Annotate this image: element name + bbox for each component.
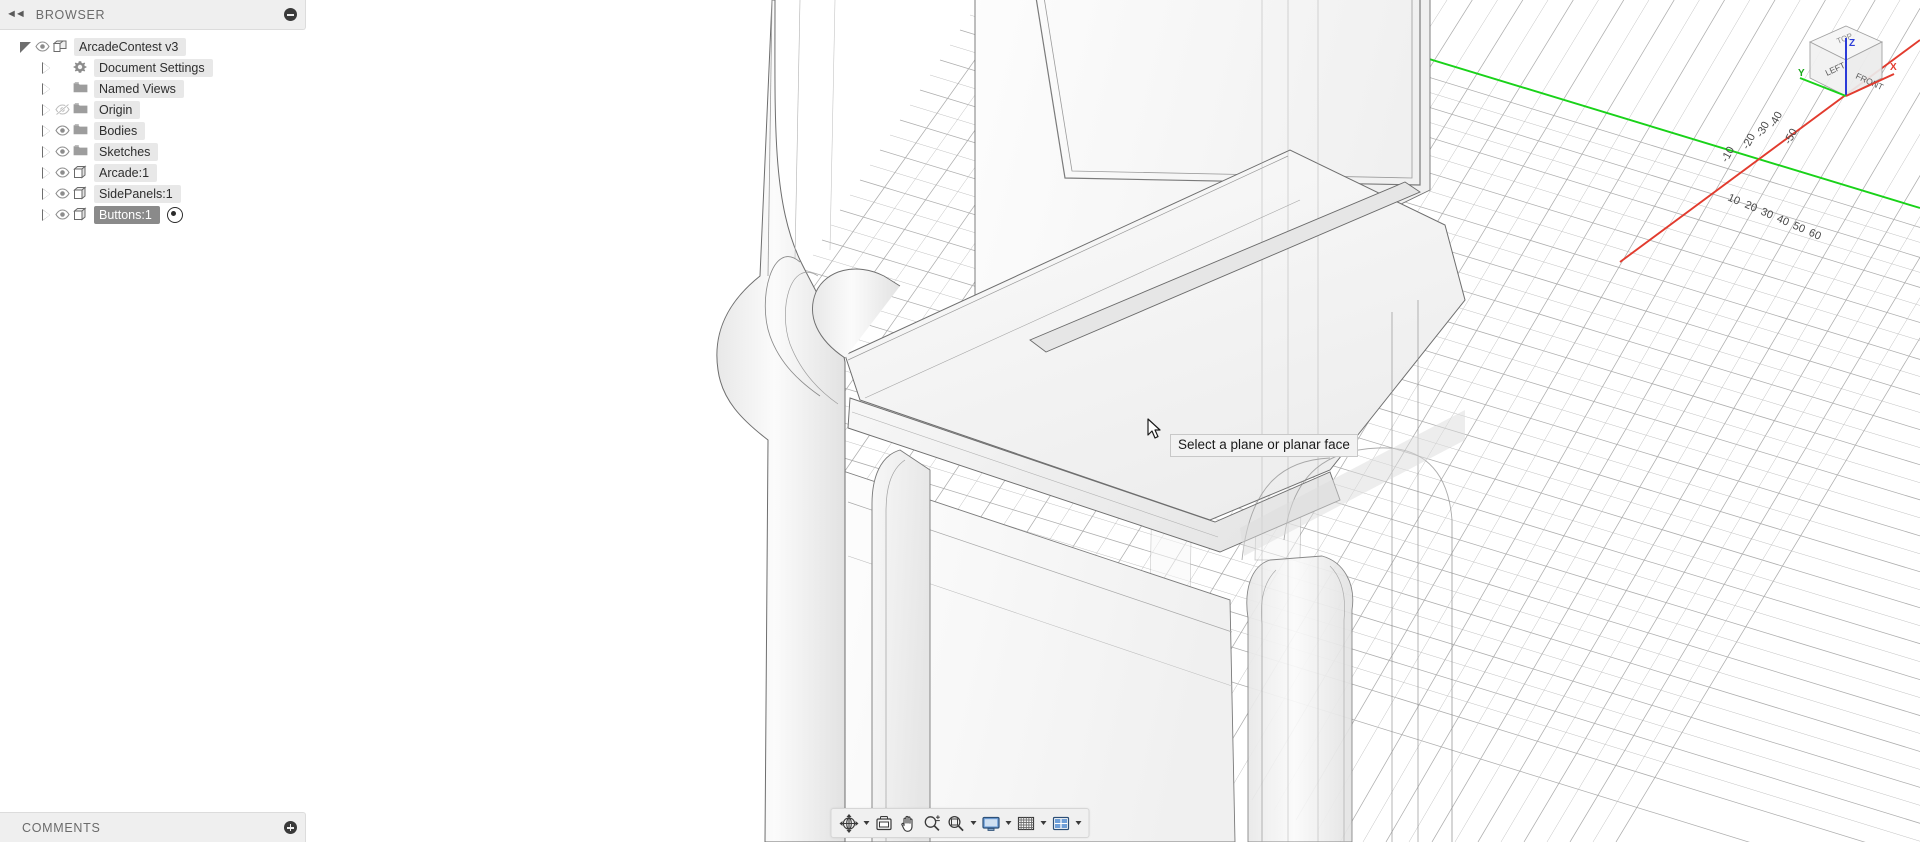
expand-triangle-icon[interactable] [38, 207, 54, 223]
eye-icon[interactable] [34, 39, 52, 55]
cabinet-right-rounded-column [1246, 555, 1354, 842]
orbit-dropdown-caret[interactable] [861, 811, 872, 835]
browser-panel: ◄◄ BROWSER ArcadeContest v3 Document Sett… [0, 0, 306, 225]
folder-icon [72, 81, 90, 97]
expand-triangle-icon[interactable] [38, 60, 54, 76]
tree-row-origin[interactable]: Origin [0, 99, 306, 120]
expand-triangle-icon[interactable] [38, 186, 54, 202]
component-icon [72, 206, 90, 223]
expand-triangle-icon[interactable] [38, 102, 54, 118]
expand-triangle-icon[interactable] [38, 165, 54, 181]
eye-icon[interactable] [54, 207, 72, 223]
pan-hand-icon[interactable] [896, 811, 920, 835]
tree-row-sidepanels-1[interactable]: SidePanels:1 [0, 183, 306, 204]
eye-icon[interactable] [54, 186, 72, 202]
fit-view-icon[interactable] [944, 811, 968, 835]
orbit-icon[interactable] [837, 811, 861, 835]
activate-component-radio-icon[interactable] [166, 206, 183, 223]
tree-item-label: Buttons:1 [94, 205, 160, 224]
grid-snaps-dropdown-caret[interactable] [1038, 811, 1049, 835]
viewcube[interactable]: LEFT FRONT TOP Z Y X [1786, 8, 1906, 118]
tree-item-label: Arcade:1 [94, 163, 158, 182]
component-icon [72, 164, 90, 181]
minus-circle-icon[interactable] [284, 8, 297, 21]
viewports-dropdown-caret[interactable] [1073, 811, 1084, 835]
tree-row-sketches[interactable]: Sketches [0, 141, 306, 162]
cabinet-left-leg [871, 449, 931, 842]
look-at-icon[interactable] [872, 811, 896, 835]
tree-item-label: ArcadeContest v3 [74, 37, 187, 56]
zoom-magnifier-icon[interactable] [920, 811, 944, 835]
tree-row-arcade-1[interactable]: Arcade:1 [0, 162, 306, 183]
expand-triangle-icon[interactable] [38, 81, 54, 97]
eye-icon[interactable] [54, 165, 72, 181]
document-icon [52, 39, 70, 55]
eye-icon[interactable] [54, 144, 72, 160]
tree-item-label: SidePanels:1 [94, 184, 181, 203]
viewcube-z-label: Z [1849, 38, 1855, 49]
folder-icon [72, 102, 90, 118]
folder-icon [72, 123, 90, 139]
eye-icon [54, 60, 72, 76]
eye-icon[interactable] [54, 123, 72, 139]
tree-item-label: Named Views [94, 79, 184, 98]
browser-header[interactable]: ◄◄ BROWSER [0, 0, 306, 30]
plus-circle-icon[interactable] [284, 821, 297, 834]
grid-snaps-icon[interactable] [1014, 811, 1038, 835]
gear-icon [72, 60, 90, 76]
tree-row-bodies[interactable]: Bodies [0, 120, 306, 141]
viewcube-y-label: Y [1798, 68, 1805, 79]
viewcube-x-label: X [1890, 62, 1897, 73]
eye-off-icon[interactable] [54, 102, 72, 118]
folder-icon [72, 144, 90, 160]
tree-row-document-settings[interactable]: Document Settings [0, 57, 306, 78]
browser-tree[interactable]: ArcadeContest v3 Document Settings Named V… [0, 30, 306, 225]
browser-title: BROWSER [35, 7, 106, 22]
tree-row-arcadecontest-v3[interactable]: ArcadeContest v3 [0, 36, 306, 57]
double-left-arrows-icon[interactable]: ◄◄ [6, 9, 26, 20]
component-icon [72, 185, 90, 202]
tree-row-buttons-1[interactable]: Buttons:1 [0, 204, 306, 225]
comments-panel-header[interactable]: COMMENTS [0, 812, 306, 842]
display-settings-dropdown-caret[interactable] [1003, 811, 1014, 835]
viewports-icon[interactable] [1049, 811, 1073, 835]
collapse-triangle-icon[interactable] [18, 39, 34, 55]
navigation-toolbar[interactable] [830, 808, 1090, 838]
eye-icon [54, 81, 72, 97]
tree-item-label: Document Settings [94, 58, 213, 77]
tree-item-label: Bodies [94, 121, 146, 140]
expand-triangle-icon[interactable] [38, 144, 54, 160]
comments-title: COMMENTS [22, 820, 101, 835]
tree-item-label: Origin [94, 100, 141, 119]
tree-item-label: Sketches [94, 142, 159, 161]
display-settings-icon[interactable] [979, 811, 1003, 835]
fit-view-dropdown-caret[interactable] [968, 811, 979, 835]
expand-triangle-icon[interactable] [38, 123, 54, 139]
tree-row-named-views[interactable]: Named Views [0, 78, 306, 99]
viewport-tooltip: Select a plane or planar face [1170, 434, 1358, 457]
fusion-application-window: -10 -20 -30 -40 -50 10 20 30 40 50 60 LE… [0, 0, 1920, 842]
